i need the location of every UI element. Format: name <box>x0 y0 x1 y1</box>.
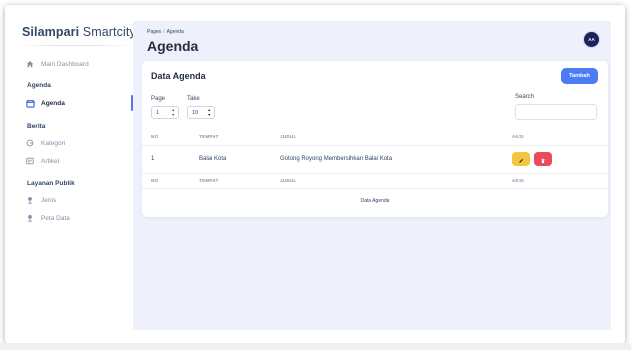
sidebar-item-label: Kategori <box>41 139 66 147</box>
sidebar-item-label: Main Dashboard <box>41 60 89 68</box>
sidebar-divider <box>19 45 131 46</box>
sidebar-heading-berita: Berita <box>27 123 46 130</box>
column-header-no: NO <box>151 134 159 139</box>
take-stepper[interactable]: 10 ▲ ▼ <box>187 106 215 119</box>
take-label: Take <box>187 96 200 102</box>
sidebar-item-peta-data[interactable]: Peta Data <box>25 211 70 225</box>
sidebar-item-agenda[interactable]: Agenda <box>25 96 65 110</box>
table-caption: Data Agenda <box>360 198 390 204</box>
app-window: Silampari Smartcity Main Dashboard Agend… <box>5 5 625 343</box>
sidebar-item-kategori[interactable]: Kategori <box>25 136 65 150</box>
map-pin-icon <box>25 213 35 223</box>
cell-judul: Gotong Royong Membersihkan Balai Kota <box>280 156 393 162</box>
cell-no: 1 <box>151 156 155 162</box>
page-stepper[interactable]: 1 ▲ ▼ <box>151 106 179 119</box>
trash-icon <box>540 152 546 167</box>
stepper-arrows-icon[interactable]: ▲ ▼ <box>172 108 175 118</box>
add-agenda-button[interactable]: Tambah <box>561 68 598 84</box>
footer-header-no: NO <box>151 178 159 183</box>
pencil-icon <box>518 152 524 167</box>
window-bottom-edge <box>0 343 631 350</box>
map-pin-icon <box>25 195 35 205</box>
sidebar: Silampari Smartcity Main Dashboard Agend… <box>5 5 136 343</box>
stepper-arrows-icon[interactable]: ▲ ▼ <box>208 108 211 118</box>
sidebar-item-artikel[interactable]: Artikel <box>25 154 59 168</box>
breadcrumb-parent[interactable]: Pages <box>147 29 161 35</box>
search-label: Search <box>515 94 535 100</box>
table-divider <box>142 145 608 146</box>
card-title: Data Agenda <box>151 71 206 81</box>
page-label: Page <box>151 96 166 102</box>
table-divider <box>142 188 608 189</box>
column-header-aksi: AKSI <box>512 134 524 139</box>
calendar-icon <box>25 98 35 108</box>
delete-button[interactable] <box>534 152 552 166</box>
sidebar-heading-agenda: Agenda <box>27 82 51 89</box>
column-header-judul: JUDUL <box>280 134 297 139</box>
take-value: 10 <box>192 109 199 116</box>
footer-header-tempat: TEMPAT <box>199 178 219 183</box>
agenda-card: Data Agenda Tambah Page 1 ▲ ▼ Take 10 ▲ ▼ … <box>142 61 608 217</box>
sidebar-item-label: Artikel <box>41 157 60 165</box>
sidebar-item-jenis[interactable]: Jenis <box>25 193 56 207</box>
page-title: Agenda <box>147 38 199 54</box>
tag-icon <box>25 138 35 148</box>
table-divider <box>142 173 608 174</box>
footer-header-aksi: AKSI <box>512 178 524 183</box>
page-value: 1 <box>156 109 160 116</box>
footer-header-judul: JUDUL <box>280 178 297 183</box>
brand-logo[interactable]: Silampari Smartcity <box>22 25 136 39</box>
breadcrumb: Pages / Agenda <box>147 29 184 35</box>
breadcrumb-current: Agenda <box>166 29 184 35</box>
avatar[interactable]: AA <box>584 32 599 47</box>
main-content: Pages / Agenda Agenda AA Data Agenda Tamba… <box>133 21 611 330</box>
sidebar-item-label: Agenda <box>41 99 65 107</box>
sidebar-item-main-dashboard[interactable]: Main Dashboard <box>25 57 89 71</box>
sidebar-item-label: Peta Data <box>41 214 70 222</box>
article-icon <box>25 156 35 166</box>
edit-button[interactable] <box>512 152 530 166</box>
search-input[interactable] <box>515 104 597 120</box>
column-header-tempat: TEMPAT <box>199 134 219 139</box>
sidebar-heading-layanan-publik: Layanan Publik <box>27 180 75 187</box>
home-icon <box>25 59 35 69</box>
breadcrumb-separator: / <box>163 29 165 35</box>
sidebar-item-label: Jenis <box>41 196 57 204</box>
cell-tempat: Balai Kota <box>199 156 227 162</box>
